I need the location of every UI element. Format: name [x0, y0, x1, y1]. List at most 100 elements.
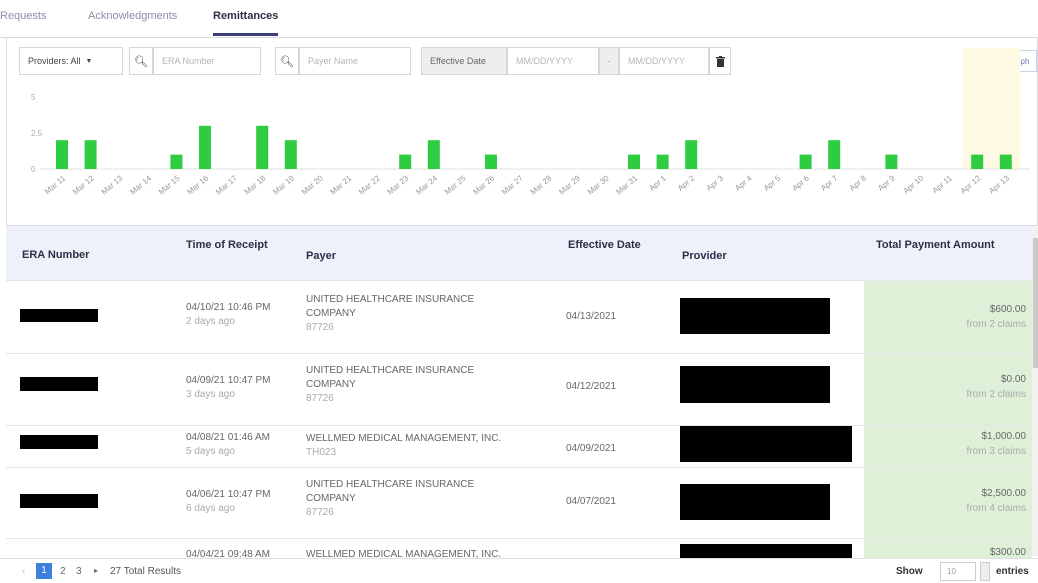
header-time-of-receipt[interactable]: Time of Receipt [186, 239, 268, 251]
chart-bar[interactable] [628, 154, 640, 169]
table-header: ERA Number Time of Receipt Payer Effecti… [6, 226, 1032, 280]
header-payer[interactable]: Payer [306, 250, 336, 262]
redacted-era-number [20, 309, 98, 322]
effective-date: 04/09/2021 [566, 443, 617, 454]
x-tick-label: Mar 12 [71, 173, 96, 196]
tab-remittances[interactable]: Remittances [213, 10, 279, 36]
chart-bar[interactable] [656, 154, 669, 169]
x-tick-label: Apr 10 [901, 173, 925, 195]
x-tick-label: Apr 7 [819, 173, 840, 193]
chart-bar[interactable] [999, 154, 1012, 169]
payer-cell: UNITED HEALTHCARE INSURANCE COMPANY 87726 [306, 294, 475, 333]
x-tick-label: Apr 5 [762, 173, 783, 193]
x-tick-label: Mar 11 [43, 173, 68, 196]
x-tick-label: Mar 19 [271, 173, 296, 196]
header-effective-date[interactable]: Effective Date [568, 239, 641, 251]
x-tick-label: Mar 28 [529, 173, 554, 196]
prev-page-icon[interactable]: ‹ [22, 566, 25, 577]
claims-count: from 2 claims [966, 389, 1026, 400]
chart-bar[interactable] [427, 140, 440, 169]
table-scrollbar-thumb[interactable] [1033, 238, 1038, 368]
redacted-era-number [20, 435, 98, 449]
page-size-select[interactable]: 10 [940, 562, 976, 581]
x-tick-label: Mar 21 [328, 173, 353, 196]
tab-requests[interactable]: Requests [0, 10, 46, 22]
header-total-payment-amount[interactable]: Total Payment Amount [876, 239, 995, 251]
x-tick-label: Mar 27 [500, 173, 525, 196]
redacted-era-number [20, 494, 98, 508]
redacted-era-number [20, 377, 98, 391]
time-of-receipt: 04/10/21 10:46 PM 2 days ago [186, 302, 271, 327]
x-tick-label: Mar 14 [128, 173, 153, 196]
x-tick-label: Mar 24 [414, 173, 439, 196]
redacted-provider [680, 298, 830, 334]
total-payment-cell: $2,500.00 from 4 claims [864, 468, 1032, 538]
table-row[interactable]: 04/06/21 10:47 PM 6 days ago UNITED HEALT… [6, 467, 1032, 538]
x-tick-label: Apr 9 [876, 173, 897, 193]
table-row[interactable]: 04/09/21 10:47 PM 3 days ago UNITED HEALT… [6, 353, 1032, 425]
chart-bar[interactable] [799, 154, 812, 169]
payment-amount: $300.00 [989, 547, 1026, 558]
payment-amount: $1,000.00 [981, 431, 1027, 442]
x-tick-label: Mar 26 [471, 173, 496, 196]
pagination-bar: ‹ 1 2 3 ▸ 27 Total Results Show 10 entri… [0, 558, 1038, 583]
chart-bar[interactable] [84, 140, 97, 169]
chart-bar[interactable] [170, 154, 183, 169]
time-of-receipt: 04/06/21 10:47 PM 6 days ago [186, 489, 271, 514]
page-1-button[interactable]: 1 [36, 563, 52, 579]
chart-bar[interactable] [885, 154, 898, 169]
claims-count: from 2 claims [966, 319, 1026, 330]
y-tick-label: 0 [31, 165, 36, 174]
page-3-button[interactable]: 3 [76, 566, 82, 577]
time-of-receipt: 04/04/21 09:48 AM [186, 549, 270, 558]
remittance-bar-chart: 52.50Mar 11 Mar 12 Mar 13 Mar 14 Mar 15 Mar 1… [31, 48, 1030, 197]
chart-bar[interactable] [971, 154, 984, 169]
time-of-receipt: 04/08/21 01:46 AM 5 days ago [186, 432, 270, 457]
chart-bar[interactable] [485, 154, 497, 169]
page-2-button[interactable]: 2 [60, 566, 66, 577]
x-tick-label: Apr 8 [848, 173, 869, 193]
total-payment-cell: $0.00 from 2 claims [864, 354, 1032, 425]
entries-label: entries [996, 566, 1029, 577]
x-tick-label: Mar 25 [443, 173, 468, 196]
chart-highlight-band [991, 48, 1021, 169]
table-row[interactable]: 04/04/21 09:48 AM WELLMED MEDICAL MANAGE… [6, 538, 1032, 558]
header-era-number[interactable]: ERA Number [22, 249, 89, 261]
chart-bar[interactable] [199, 125, 211, 169]
page-size-caret[interactable] [980, 562, 990, 581]
tab-bar: Requests Acknowledgments Remittances [0, 0, 1038, 38]
x-tick-label: Apr 2 [676, 173, 697, 193]
payment-amount: $0.00 [1000, 374, 1026, 385]
x-tick-label: Mar 15 [157, 173, 182, 196]
redacted-provider [680, 366, 830, 403]
chart-bar[interactable] [56, 140, 68, 169]
redacted-provider [680, 426, 852, 462]
payer-cell: WELLMED MEDICAL MANAGEMENT, INC. [306, 549, 502, 558]
redacted-provider [680, 544, 852, 558]
chart-bar[interactable] [284, 140, 297, 169]
total-results: 27 Total Results [110, 566, 181, 577]
next-page-icon[interactable]: ▸ [94, 566, 98, 575]
chart-bar[interactable] [399, 154, 412, 169]
x-tick-label: Apr 3 [705, 173, 726, 193]
x-tick-label: Mar 18 [243, 173, 268, 196]
chart-bar[interactable] [828, 140, 841, 169]
effective-date: 04/12/2021 [566, 381, 617, 392]
x-tick-label: Mar 16 [185, 173, 210, 196]
claims-count: from 4 claims [966, 503, 1026, 514]
x-tick-label: Mar 20 [300, 173, 325, 196]
payer-cell: WELLMED MEDICAL MANAGEMENT, INC. TH023 [306, 433, 502, 458]
chart-bar[interactable] [256, 125, 269, 169]
tab-acknowledgments[interactable]: Acknowledgments [88, 10, 177, 22]
total-payment-cell: $600.00 from 2 claims [864, 281, 1032, 353]
header-provider[interactable]: Provider [682, 250, 727, 262]
payment-amount: $2,500.00 [981, 488, 1027, 499]
table-row[interactable]: 04/08/21 01:46 AM 5 days ago WELLMED MEDI… [6, 425, 1032, 467]
x-tick-label: Apr 1 [647, 173, 668, 193]
x-tick-label: Apr 11 [930, 173, 954, 195]
payer-cell: UNITED HEALTHCARE INSURANCE COMPANY 87726 [306, 365, 475, 404]
y-tick-label: 5 [31, 93, 36, 102]
chart-bar[interactable] [685, 140, 698, 169]
x-tick-label: Apr 4 [733, 173, 754, 193]
table-row[interactable]: 04/10/21 10:46 PM 2 days ago UNITED HEALT… [6, 280, 1032, 353]
